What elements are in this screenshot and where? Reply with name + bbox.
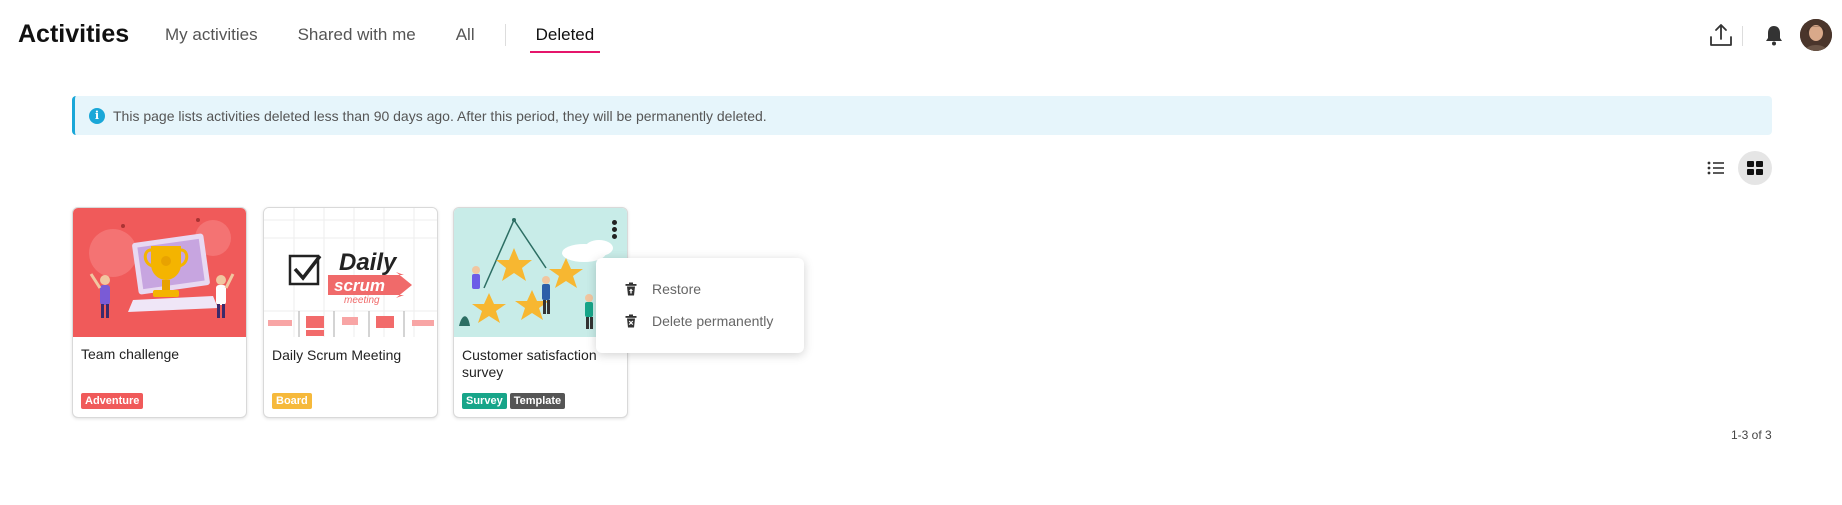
tab-all[interactable]: All xyxy=(456,0,475,70)
page-title: Activities xyxy=(18,20,130,48)
more-options-button[interactable] xyxy=(607,218,621,244)
tag-template: Template xyxy=(509,393,566,409)
tab-shared-with-me[interactable]: Shared with me xyxy=(298,0,416,70)
header-bar: Activities My activities Shared with me … xyxy=(0,0,1842,70)
header-divider xyxy=(1742,26,1743,46)
info-icon: i xyxy=(89,107,105,124)
info-banner: i This page lists activities deleted les… xyxy=(72,96,1772,135)
pagination-info: 1-3 of 3 xyxy=(1731,428,1772,442)
card-title: Team challenge xyxy=(81,346,180,362)
tab-divider xyxy=(504,24,506,46)
export-icon[interactable] xyxy=(1708,22,1734,48)
tag-list: Adventure xyxy=(81,393,144,409)
menu-item-delete-permanently[interactable]: Delete permanently xyxy=(596,305,804,337)
tab-my-activities[interactable]: My activities xyxy=(165,0,258,70)
restore-icon xyxy=(625,282,637,296)
avatar[interactable] xyxy=(1800,19,1832,51)
list-view-icon[interactable] xyxy=(1703,155,1729,181)
grid-view-icon[interactable] xyxy=(1738,151,1772,185)
card-title: Daily Scrum Meeting xyxy=(272,347,402,363)
context-menu: Restore Delete permanently xyxy=(596,258,804,353)
card-thumbnail xyxy=(73,208,246,337)
tag-adventure: Adventure xyxy=(81,393,144,409)
card-thumbnail: Daily scrum meeting xyxy=(264,208,437,337)
menu-item-restore[interactable]: Restore xyxy=(596,273,804,305)
thumbnail-text-scrum: scrum xyxy=(334,276,385,295)
tag-list: Board xyxy=(272,393,312,409)
activity-card-daily-scrum[interactable]: Daily scrum meeting Daily Scrum Meeting … xyxy=(263,207,438,418)
bell-icon[interactable] xyxy=(1762,23,1786,47)
banner-text: This page lists activities deleted less … xyxy=(113,107,767,124)
tab-deleted[interactable]: Deleted xyxy=(529,0,600,70)
tag-survey: Survey xyxy=(462,393,507,409)
activity-card-team-challenge[interactable]: Team challenge Adventure xyxy=(72,207,247,418)
menu-item-label: Restore xyxy=(652,281,702,297)
thumbnail-text-meeting: meeting xyxy=(344,295,380,306)
trash-icon xyxy=(625,314,637,328)
tag-board: Board xyxy=(272,393,312,409)
tab-bar: My activities Shared with me All Deleted xyxy=(165,0,634,70)
tag-list: Survey Template xyxy=(462,393,566,409)
menu-item-label: Delete permanently xyxy=(652,313,774,329)
thumbnail-text-daily: Daily xyxy=(339,249,398,276)
